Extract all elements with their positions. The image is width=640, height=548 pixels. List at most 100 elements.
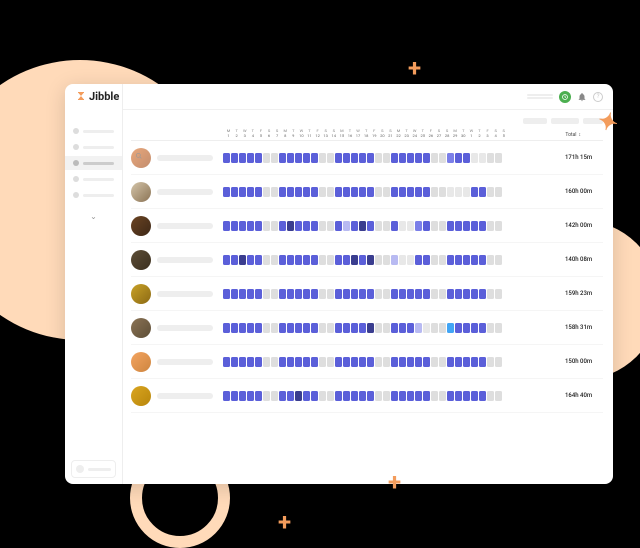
day-cell[interactable] (423, 289, 430, 299)
table-row[interactable]: 171h 15m (131, 141, 603, 175)
day-cell[interactable] (255, 391, 262, 401)
day-cell[interactable] (335, 153, 342, 163)
day-cell[interactable] (303, 357, 310, 367)
day-cell[interactable] (311, 221, 318, 231)
day-cell[interactable] (471, 221, 478, 231)
day-cell[interactable] (383, 289, 390, 299)
day-cell[interactable] (351, 187, 358, 197)
day-cell[interactable] (407, 323, 414, 333)
avatar[interactable] (131, 284, 151, 304)
day-cell[interactable] (399, 357, 406, 367)
day-cell[interactable] (295, 357, 302, 367)
day-cell[interactable] (247, 357, 254, 367)
day-cell[interactable] (247, 153, 254, 163)
day-cell[interactable] (335, 323, 342, 333)
day-cell[interactable] (455, 391, 462, 401)
day-cell[interactable] (271, 153, 278, 163)
day-cell[interactable] (327, 153, 334, 163)
sidebar-item[interactable] (65, 172, 122, 186)
day-cell[interactable] (279, 255, 286, 265)
day-cell[interactable] (391, 357, 398, 367)
day-cell[interactable] (399, 221, 406, 231)
day-cell[interactable] (335, 391, 342, 401)
day-cell[interactable] (359, 153, 366, 163)
day-cell[interactable] (359, 255, 366, 265)
day-cell[interactable] (375, 391, 382, 401)
day-cell[interactable] (439, 221, 446, 231)
day-cell[interactable] (303, 221, 310, 231)
day-cell[interactable] (271, 255, 278, 265)
day-cell[interactable] (407, 289, 414, 299)
day-cell[interactable] (479, 323, 486, 333)
day-cell[interactable] (479, 255, 486, 265)
day-cell[interactable] (415, 221, 422, 231)
day-cell[interactable] (383, 187, 390, 197)
avatar[interactable] (131, 386, 151, 406)
day-cell[interactable] (271, 323, 278, 333)
day-cell[interactable] (399, 391, 406, 401)
day-cell[interactable] (287, 357, 294, 367)
day-cell[interactable] (359, 221, 366, 231)
day-cell[interactable] (415, 289, 422, 299)
day-cell[interactable] (495, 187, 502, 197)
day-cell[interactable] (447, 221, 454, 231)
day-cell[interactable] (487, 323, 494, 333)
day-cell[interactable] (223, 153, 230, 163)
day-cell[interactable] (487, 391, 494, 401)
day-cell[interactable] (415, 153, 422, 163)
day-cell[interactable] (263, 221, 270, 231)
day-cell[interactable] (223, 391, 230, 401)
day-cell[interactable] (495, 255, 502, 265)
day-cell[interactable] (439, 391, 446, 401)
day-cell[interactable] (487, 357, 494, 367)
day-cell[interactable] (319, 153, 326, 163)
day-cell[interactable] (247, 323, 254, 333)
day-cell[interactable] (303, 323, 310, 333)
day-cell[interactable] (431, 323, 438, 333)
day-cell[interactable] (431, 391, 438, 401)
day-cell[interactable] (295, 221, 302, 231)
day-cell[interactable] (319, 187, 326, 197)
day-cell[interactable] (439, 187, 446, 197)
day-cell[interactable] (487, 221, 494, 231)
day-cell[interactable] (367, 221, 374, 231)
day-cell[interactable] (423, 255, 430, 265)
day-cell[interactable] (431, 255, 438, 265)
day-cell[interactable] (303, 255, 310, 265)
day-cell[interactable] (327, 289, 334, 299)
day-cell[interactable] (471, 187, 478, 197)
day-cell[interactable] (359, 187, 366, 197)
day-cell[interactable] (319, 221, 326, 231)
day-cell[interactable] (327, 255, 334, 265)
day-cell[interactable] (439, 323, 446, 333)
day-cell[interactable] (279, 357, 286, 367)
day-cell[interactable] (479, 153, 486, 163)
day-cell[interactable] (311, 255, 318, 265)
day-cell[interactable] (431, 289, 438, 299)
day-cell[interactable] (407, 357, 414, 367)
day-cell[interactable] (239, 255, 246, 265)
day-cell[interactable] (239, 153, 246, 163)
table-row[interactable]: 159h 23m (131, 277, 603, 311)
day-cell[interactable] (439, 289, 446, 299)
day-cell[interactable] (351, 255, 358, 265)
day-cell[interactable] (439, 153, 446, 163)
avatar[interactable] (131, 216, 151, 236)
day-cell[interactable] (455, 187, 462, 197)
avatar[interactable] (131, 182, 151, 202)
day-cell[interactable] (223, 187, 230, 197)
day-cell[interactable] (423, 221, 430, 231)
bell-icon[interactable] (577, 92, 587, 102)
day-cell[interactable] (359, 357, 366, 367)
avatar[interactable] (131, 352, 151, 372)
day-cell[interactable] (335, 187, 342, 197)
day-cell[interactable] (471, 153, 478, 163)
day-cell[interactable] (287, 391, 294, 401)
day-cell[interactable] (415, 323, 422, 333)
day-cell[interactable] (383, 323, 390, 333)
day-cell[interactable] (263, 153, 270, 163)
day-cell[interactable] (463, 187, 470, 197)
day-cell[interactable] (279, 221, 286, 231)
day-cell[interactable] (303, 289, 310, 299)
sidebar-item[interactable] (65, 188, 122, 202)
